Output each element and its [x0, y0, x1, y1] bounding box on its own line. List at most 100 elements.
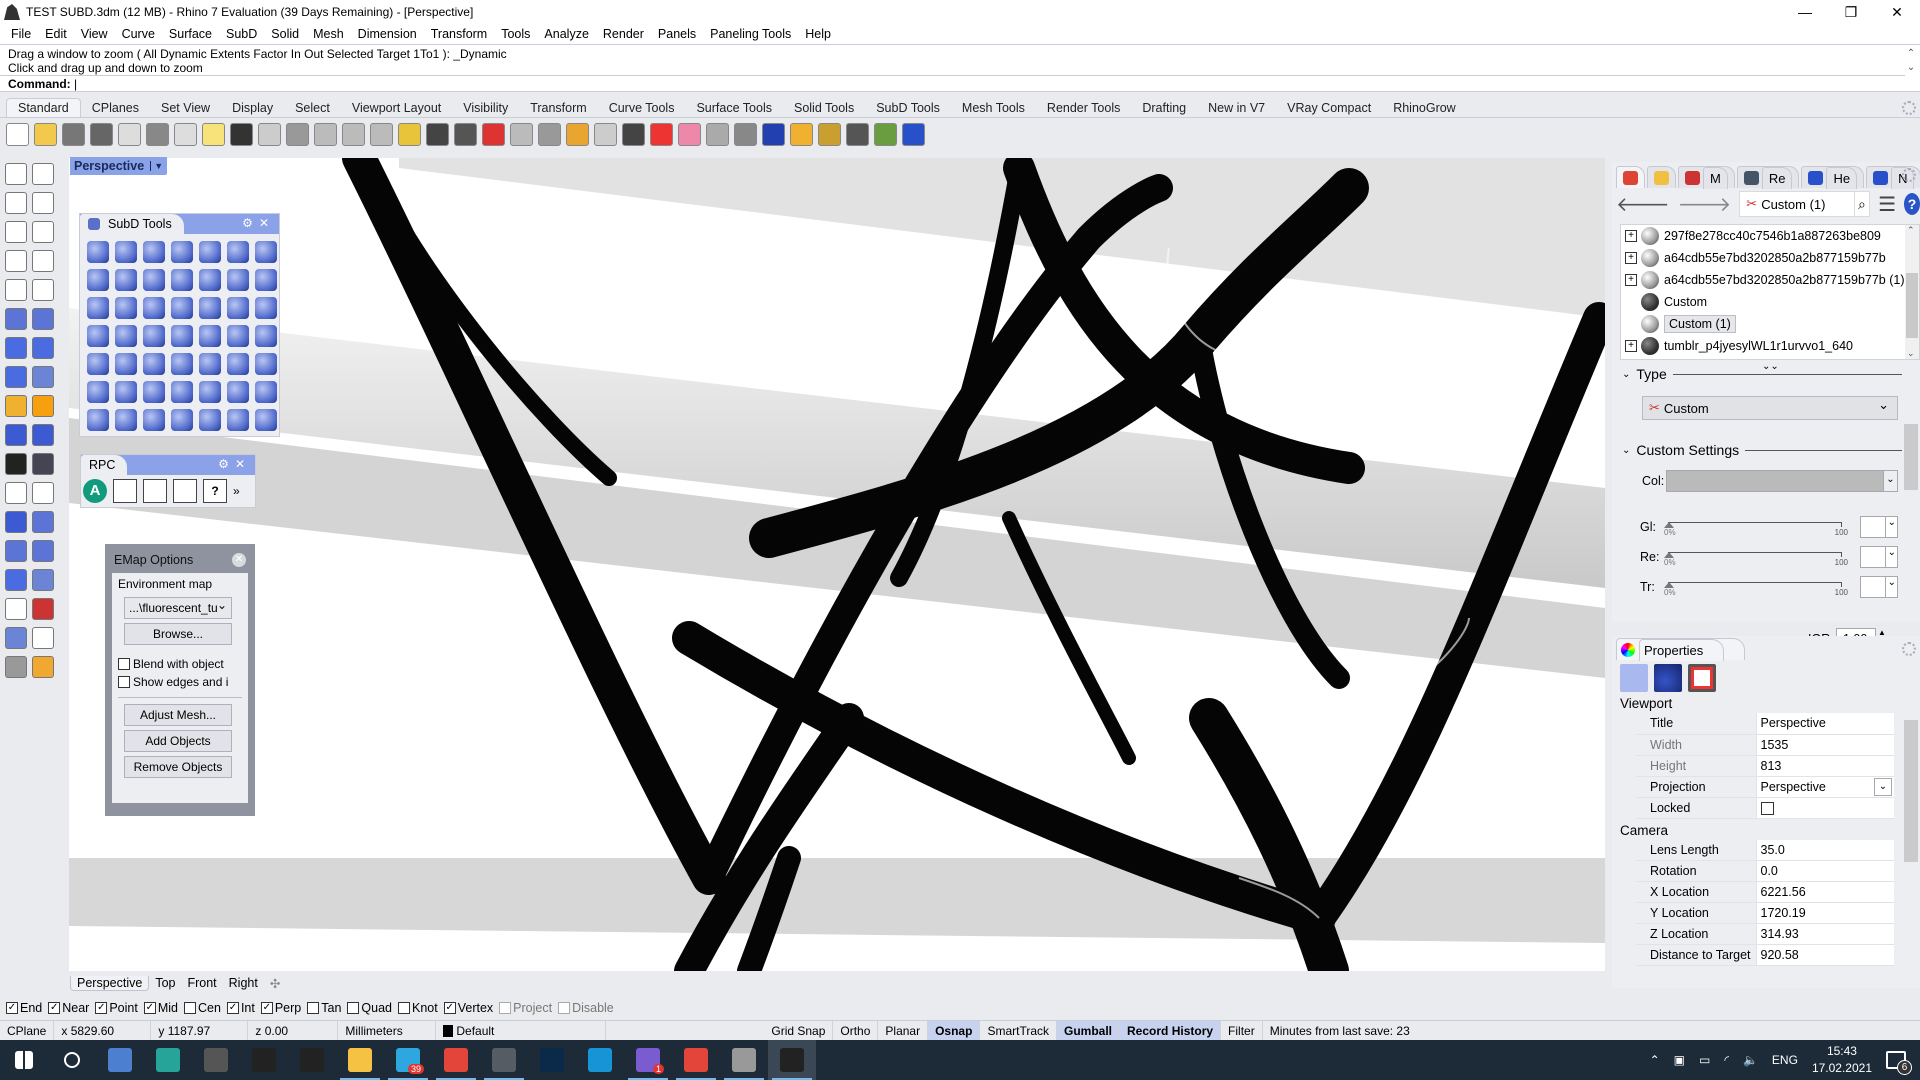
- subd-tool-icon[interactable]: [171, 241, 193, 263]
- tab-display[interactable]: Display: [221, 99, 284, 117]
- tab-surface-tools[interactable]: Surface Tools: [685, 99, 783, 117]
- viewport-frame-icon[interactable]: [1688, 664, 1716, 692]
- perspective-viewport[interactable]: [69, 158, 1605, 971]
- remove-objects-button[interactable]: Remove Objects: [124, 756, 232, 778]
- subd-tool-icon[interactable]: [115, 381, 137, 403]
- custom-settings-header[interactable]: ⌄ Custom Settings: [1622, 442, 1902, 458]
- viewport-tab-front[interactable]: Front: [181, 976, 222, 990]
- expand-plus-icon[interactable]: +: [1625, 274, 1637, 286]
- circle-icon[interactable]: [5, 221, 27, 243]
- search-icon[interactable]: ⌕: [1853, 191, 1871, 217]
- subd-tool-icon[interactable]: [115, 409, 137, 431]
- properties-scrollbar[interactable]: [1904, 700, 1918, 986]
- toolbar-settings-gear-icon[interactable]: [1902, 101, 1916, 115]
- undo-view-icon[interactable]: [426, 122, 449, 146]
- menu-paneling-tools[interactable]: Paneling Tools: [703, 27, 798, 41]
- boolean-icon[interactable]: [32, 337, 54, 359]
- rpc-scatter-icon[interactable]: [113, 479, 137, 503]
- rpc-archvision-icon[interactable]: A: [83, 479, 107, 503]
- zoom-selected-icon[interactable]: [398, 122, 421, 146]
- subd-tool-icon[interactable]: [227, 353, 249, 375]
- subd-tool-icon[interactable]: [255, 353, 277, 375]
- tab-new-in-v7[interactable]: New in V7: [1197, 99, 1276, 117]
- point-icon[interactable]: [32, 163, 54, 185]
- grid-array-icon[interactable]: [5, 598, 27, 620]
- right-panel-tab[interactable]: Re: [1736, 166, 1800, 189]
- back-arrow-icon[interactable]: 🡐: [1616, 192, 1670, 217]
- paste-icon[interactable]: [202, 122, 225, 146]
- subd-tool-icon[interactable]: [199, 297, 221, 319]
- subd-tool-icon[interactable]: [143, 241, 165, 263]
- subd-tool-icon[interactable]: [227, 241, 249, 263]
- subd-tool-icon[interactable]: [199, 241, 221, 263]
- monitor-app[interactable]: [720, 1040, 768, 1080]
- tab-subd-tools[interactable]: SubD Tools: [865, 99, 951, 117]
- telegram-app[interactable]: 39: [384, 1040, 432, 1080]
- subd-tool-icon[interactable]: [227, 381, 249, 403]
- rhino6-app[interactable]: [240, 1040, 288, 1080]
- osnap-project[interactable]: Project: [499, 1001, 552, 1015]
- command-input[interactable]: Command: |: [0, 75, 1905, 92]
- browse-button[interactable]: Browse...: [124, 623, 232, 645]
- subd-tool-icon[interactable]: [115, 353, 137, 375]
- osnap-near[interactable]: ✓ Near: [48, 1001, 89, 1015]
- subd-tool-icon[interactable]: [255, 269, 277, 291]
- type-section-header[interactable]: ⌄ Type: [1622, 366, 1902, 382]
- menu-surface[interactable]: Surface: [162, 27, 219, 41]
- hamburger-menu-icon[interactable]: ☰: [1878, 192, 1896, 217]
- extend-icon[interactable]: [32, 424, 54, 446]
- render-sphere-icon[interactable]: [762, 122, 785, 146]
- menu-help[interactable]: Help: [798, 27, 838, 41]
- material-slider[interactable]: 0% 100: [1662, 548, 1852, 568]
- polyline-icon[interactable]: [5, 192, 27, 214]
- tab-visibility[interactable]: Visibility: [452, 99, 519, 117]
- notifications-icon[interactable]: 6: [1886, 1051, 1912, 1075]
- meet-now-icon[interactable]: ▣: [1674, 1053, 1685, 1067]
- render-pyramid-icon[interactable]: [32, 656, 54, 678]
- osnap-end[interactable]: ✓ End: [6, 1001, 42, 1015]
- close-button[interactable]: ✕: [1874, 0, 1920, 24]
- rendered-icon[interactable]: [734, 122, 757, 146]
- panel-settings-gear-icon[interactable]: [1902, 168, 1916, 182]
- explode-icon[interactable]: [5, 395, 27, 417]
- subd-tool-icon[interactable]: [87, 325, 109, 347]
- property-value[interactable]: Perspective ⌄: [1755, 776, 1894, 798]
- expand-plus-icon[interactable]: +: [1625, 230, 1637, 242]
- property-value[interactable]: 6221.56: [1755, 881, 1894, 903]
- car-icon[interactable]: [482, 122, 505, 146]
- light-icon[interactable]: [594, 122, 617, 146]
- material-item[interactable]: +297f8e278cc40c7546b1a887263be809: [1621, 225, 1919, 247]
- subd-tool-icon[interactable]: [171, 409, 193, 431]
- tab-cplanes[interactable]: CPlanes: [81, 99, 150, 117]
- tab-rhinogrow[interactable]: RhinoGrow: [1382, 99, 1467, 117]
- subd-tool-icon[interactable]: [143, 353, 165, 375]
- osnap-mid[interactable]: ✓ Mid: [143, 1001, 178, 1015]
- material-icon[interactable]: [650, 122, 673, 146]
- subd-tool-icon[interactable]: [255, 241, 277, 263]
- offset-dashed-icon[interactable]: [32, 482, 54, 504]
- save-icon[interactable]: [62, 122, 85, 146]
- subd-tool-icon[interactable]: [171, 325, 193, 347]
- subd-tool-icon[interactable]: [255, 409, 277, 431]
- subd-tool-icon[interactable]: [227, 409, 249, 431]
- material-item[interactable]: + a64cdb55e7bd3202850a2b877159b77b (1): [1621, 269, 1919, 291]
- subd-tool-icon[interactable]: [227, 325, 249, 347]
- color-swatch[interactable]: ⌄: [1666, 470, 1898, 492]
- tab-mesh-tools[interactable]: Mesh Tools: [951, 99, 1036, 117]
- tab-drafting[interactable]: Drafting: [1131, 99, 1197, 117]
- file-explorer-app[interactable]: [336, 1040, 384, 1080]
- panel-gear-icon[interactable]: ⚙: [242, 216, 259, 230]
- open-icon[interactable]: [34, 122, 57, 146]
- subd-tool-icon[interactable]: [227, 269, 249, 291]
- rhino7-app[interactable]: [288, 1040, 336, 1080]
- right-panel-tab[interactable]: M: [1678, 166, 1735, 189]
- osnap-vertex[interactable]: ✓ Vertex: [443, 1001, 493, 1015]
- menu-dimension[interactable]: Dimension: [351, 27, 424, 41]
- subd-tool-icon[interactable]: [199, 381, 221, 403]
- grasshopper-icon[interactable]: [874, 122, 897, 146]
- subd-tool-icon[interactable]: [227, 297, 249, 319]
- viewport-menu-dropdown-icon[interactable]: ▼: [150, 161, 163, 171]
- rpc-sliders-icon[interactable]: [143, 479, 167, 503]
- menu-render[interactable]: Render: [596, 27, 651, 41]
- viewport-tab-top[interactable]: Top: [149, 976, 181, 990]
